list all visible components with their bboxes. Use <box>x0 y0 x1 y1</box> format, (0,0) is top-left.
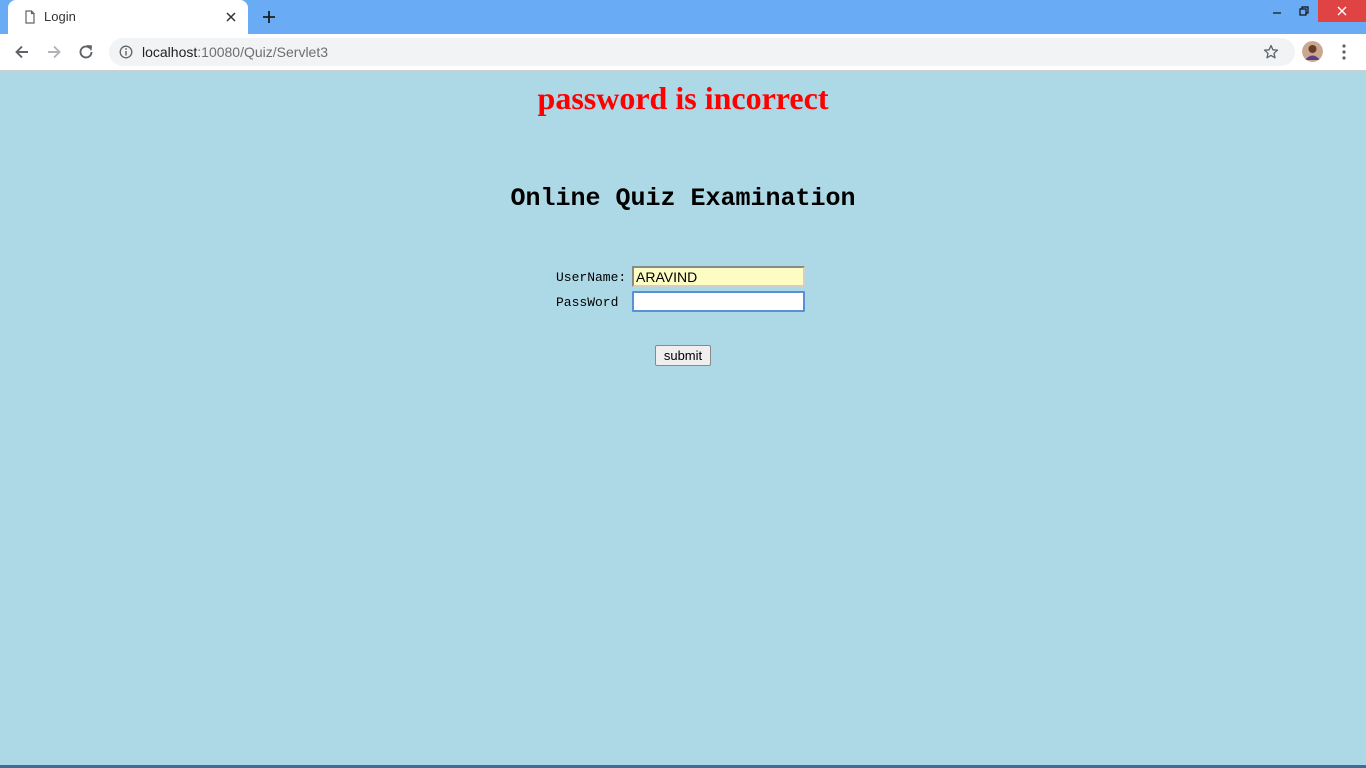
browser-window: Login localhost:10080/Quiz/Servlet3 pass… <box>0 0 1366 768</box>
url-path: :10080/Quiz/Servlet3 <box>197 44 329 60</box>
username-input[interactable] <box>632 266 805 287</box>
avatar[interactable] <box>1302 41 1323 62</box>
close-icon <box>1337 6 1347 16</box>
profile-avatar-icon <box>1302 41 1323 62</box>
submit-button[interactable]: submit <box>655 345 711 366</box>
page-title: Online Quiz Examination <box>510 184 856 213</box>
minimize-button[interactable] <box>1262 0 1292 22</box>
reload-icon[interactable] <box>76 42 96 62</box>
window-close-button[interactable] <box>1318 0 1366 22</box>
address-bar[interactable]: localhost:10080/Quiz/Servlet3 <box>109 38 1295 66</box>
back-arrow-icon[interactable] <box>12 42 32 62</box>
close-icon[interactable] <box>223 9 239 25</box>
password-input[interactable] <box>632 291 805 312</box>
error-message: password is incorrect <box>537 80 829 116</box>
page-icon <box>25 10 35 24</box>
tab-title: Login <box>44 9 76 24</box>
restore-button[interactable] <box>1290 0 1318 22</box>
url-host: localhost <box>142 44 198 60</box>
browser-toolbar: localhost:10080/Quiz/Servlet3 <box>0 34 1366 71</box>
tab-strip: Login <box>0 0 1366 34</box>
password-label: PassWord : <box>556 295 642 310</box>
kebab-menu-icon[interactable] <box>1336 42 1352 62</box>
tab-login[interactable]: Login <box>8 0 248 34</box>
info-icon[interactable] <box>119 45 133 59</box>
plus-icon[interactable] <box>259 7 279 27</box>
page-content: password is incorrect Online Quiz Examin… <box>0 71 1366 768</box>
restore-icon <box>1299 6 1309 16</box>
url-text[interactable]: localhost:10080/Quiz/Servlet3 <box>142 44 328 60</box>
star-icon[interactable] <box>1263 44 1279 60</box>
forward-arrow-icon[interactable] <box>44 42 64 62</box>
minimize-icon <box>1273 12 1281 14</box>
username-label: UserName: : <box>556 270 642 285</box>
